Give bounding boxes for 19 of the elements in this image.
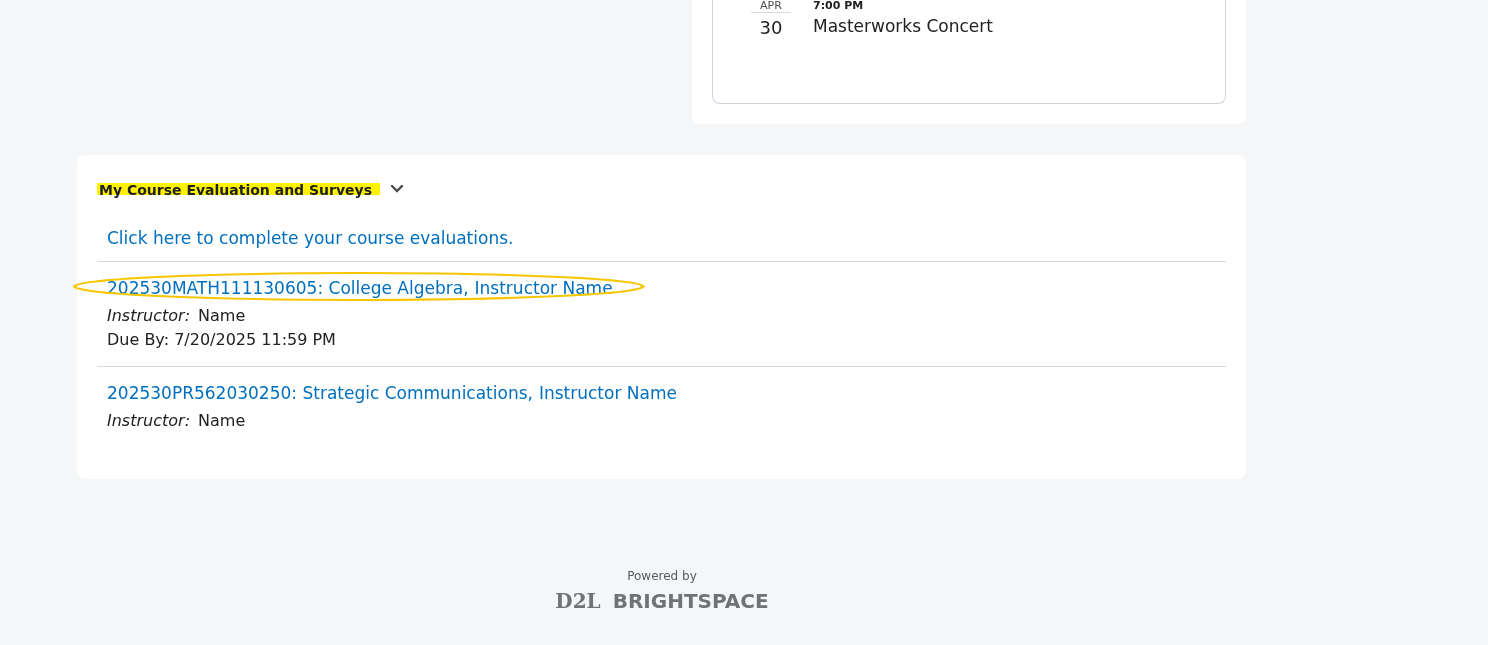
event-day: 30: [759, 17, 783, 38]
event-time: 7:00 PM: [813, 0, 865, 12]
logo-mark: D2L: [555, 589, 601, 613]
event-month: APR: [751, 0, 791, 13]
instructor-name: Name: [198, 411, 246, 430]
instructor-link[interactable]: Instructor Name: [538, 383, 677, 403]
instructor-name: Name: [198, 306, 246, 325]
instructor-label: Instructor:: [107, 411, 190, 430]
instructor-label: Instructor:: [107, 306, 190, 325]
widget-title: My Course Evaluation and Surveys: [97, 180, 381, 198]
chevron-down-icon[interactable]: [390, 184, 405, 194]
course-link[interactable]: 202530MATH111130605: College Algebra,: [107, 278, 469, 298]
event-title[interactable]: Masterworks Concert: [813, 16, 993, 36]
logo-wordmark: BRIGHTSPACE: [612, 589, 769, 613]
course-link[interactable]: 202530PR562030250: Strategic Communications,: [107, 383, 533, 403]
instructor-link[interactable]: Instructor Name: [474, 278, 613, 298]
evaluations-link[interactable]: Click here to complete your course evaluations.: [107, 228, 514, 248]
powered-by-text: Powered by: [627, 569, 697, 583]
due-date: Due By: 7/20/2025 11:59 PM: [107, 330, 336, 349]
